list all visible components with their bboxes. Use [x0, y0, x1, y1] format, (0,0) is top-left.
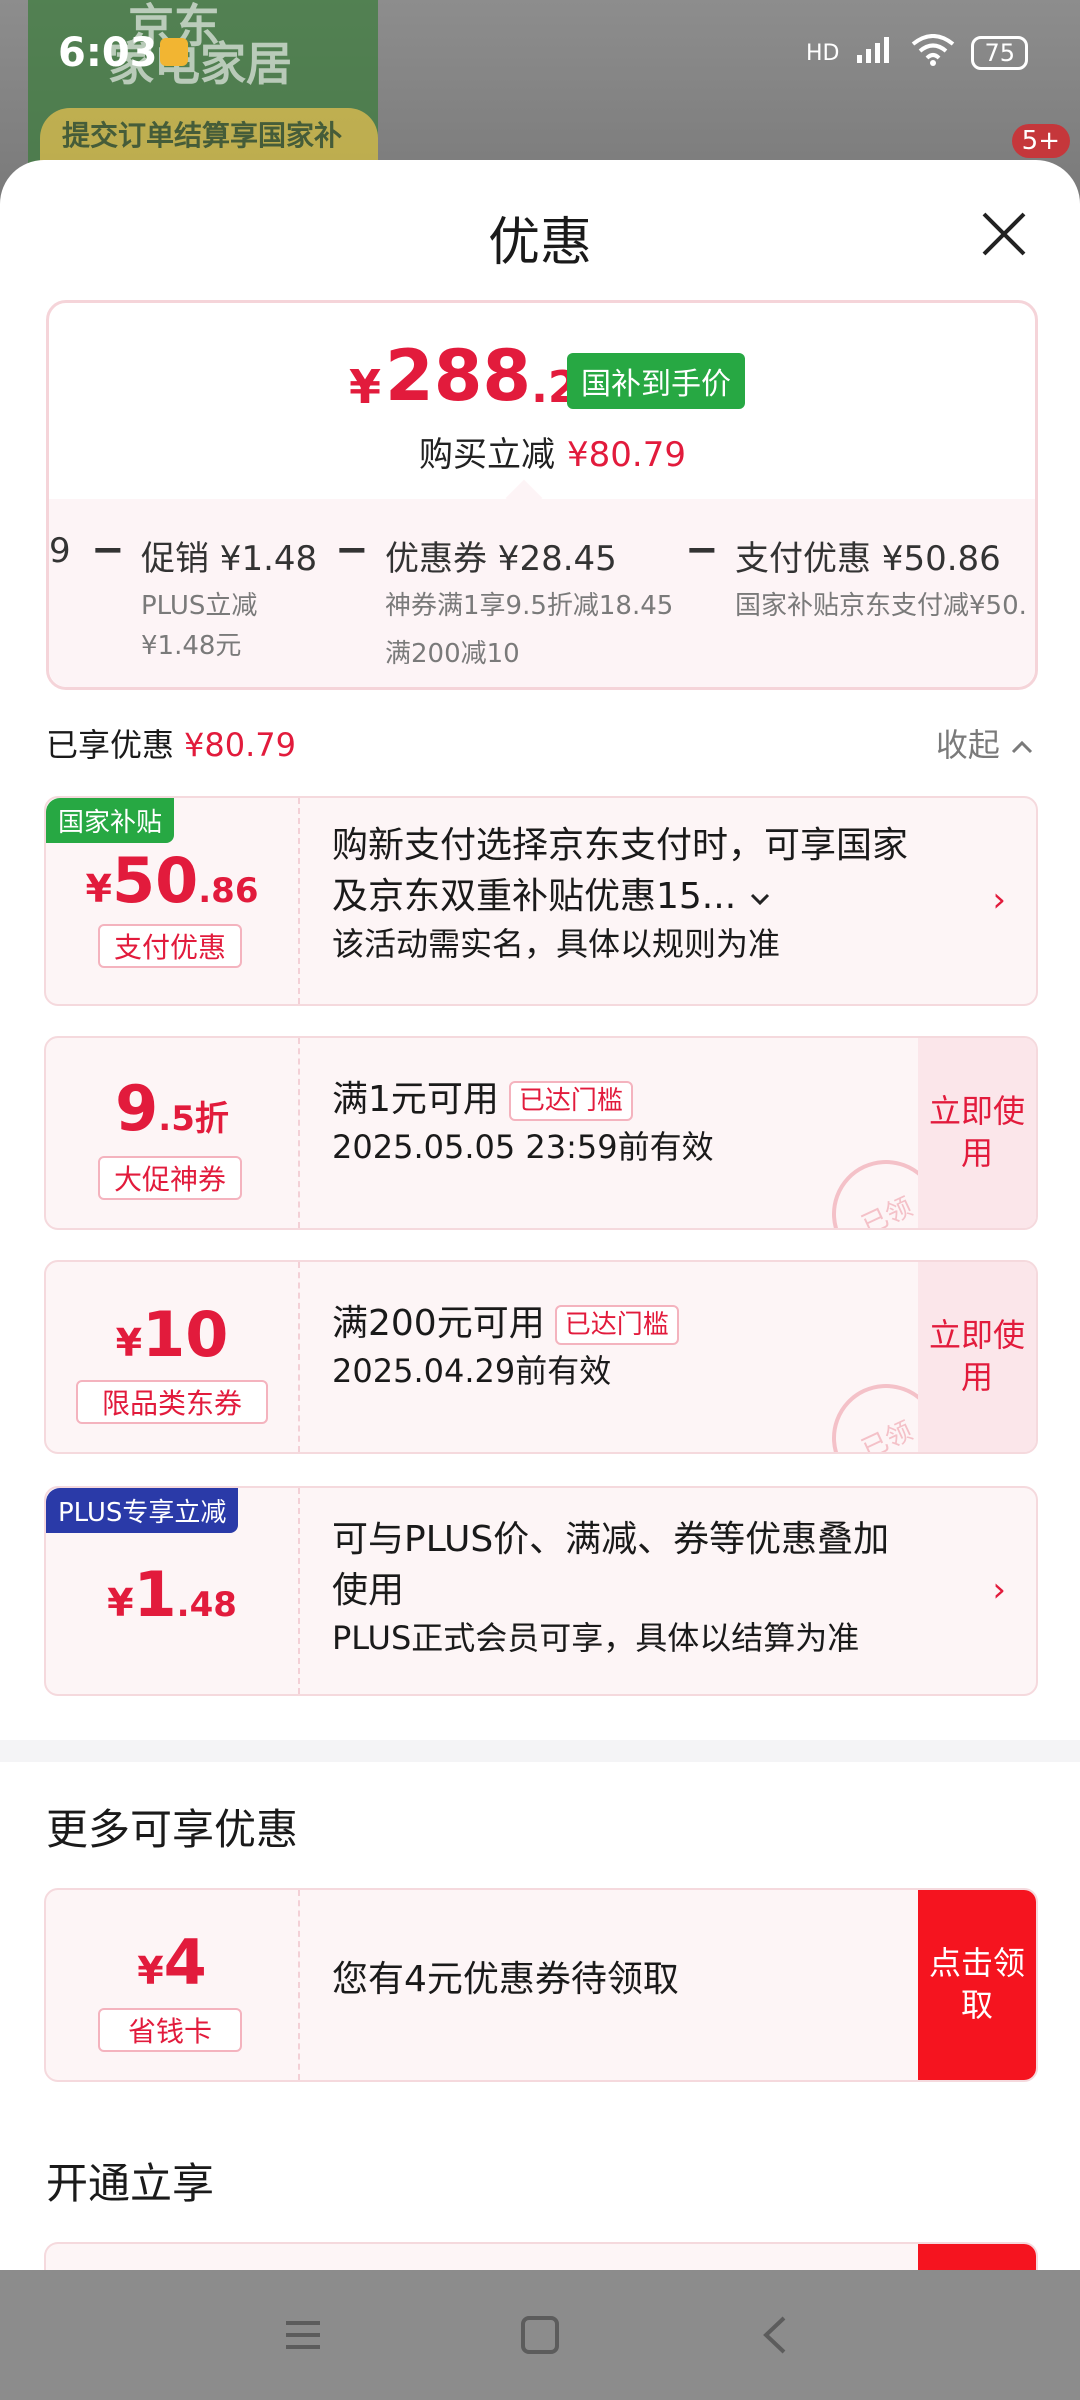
- breakdown-coupon-sub2: 满200减10: [385, 639, 520, 669]
- amount-currency: ¥: [115, 1321, 143, 1365]
- breakdown-coupon-sub1: 神券满1享9.5折减18.45: [385, 591, 674, 621]
- card-desc-line1: 购新支付选择京东支付时，可享国家: [332, 825, 909, 866]
- system-nav-bar: [0, 2270, 1080, 2400]
- instant-discount-label: 购买立减: [419, 435, 555, 475]
- open-benefits-card[interactable]: [44, 2242, 1038, 2270]
- chevron-right-icon[interactable]: ›: [992, 880, 1006, 920]
- notification-app-icon: [160, 38, 188, 66]
- breakdown-caret: [505, 479, 543, 517]
- price-currency: ¥: [349, 359, 382, 414]
- breakdown-promo-sub2: ¥1.48元: [141, 631, 242, 661]
- card-description: 可与PLUS价、满减、券等优惠叠加 使用 PLUS正式会员可享，具体以结算为准: [332, 1514, 992, 1662]
- amount-integer: 4: [163, 1926, 207, 1999]
- more-discounts-title: 更多可享优惠: [46, 1805, 299, 1854]
- card-amount: ¥4: [46, 1926, 298, 1999]
- applied-discount: 已享优惠 ¥80.79: [46, 720, 296, 766]
- price-tag: 国补到手价: [567, 353, 745, 409]
- coupon-card-discount[interactable]: 9.5折 大促神券 满1元可用 已达门槛 2025.05.05 23:59前有效 …: [44, 1036, 1038, 1230]
- notification-badge: 5+: [1011, 124, 1070, 158]
- instant-discount: 购买立减 ¥80.79: [419, 427, 686, 476]
- card-amount: ¥50.86: [46, 844, 298, 917]
- battery-indicator: 75: [971, 36, 1028, 70]
- card-type-label: 限品类东券: [76, 1380, 268, 1424]
- plus-ribbon: PLUS专享立减: [46, 1488, 239, 1533]
- hd-label: HD: [805, 40, 840, 66]
- threshold-badge: 已达门槛: [554, 1304, 679, 1346]
- minus-icon: −: [91, 527, 125, 573]
- chevron-down-icon[interactable]: [748, 876, 772, 917]
- card-description: 购新支付选择京东支付时，可享国家 及京东双重补贴优惠15... 该活动需实名，具…: [332, 820, 992, 968]
- card-desc-line2: 及京东双重补贴优惠15...: [332, 876, 737, 918]
- home-icon[interactable]: [515, 2310, 565, 2360]
- amount-currency: ¥: [137, 1949, 164, 1993]
- discount-sheet: 优惠 ¥ 288 .21 国补到手价 购买立减¥80.79 9 − 促销 ¥1.…: [0, 160, 1080, 2270]
- card-desc-line2: 使用: [332, 1570, 405, 1612]
- collapse-button[interactable]: 收起: [936, 720, 1034, 766]
- card-condition: 满1元可用: [332, 1079, 499, 1120]
- breakdown-payment-sub1: 国家补贴京东支付减¥50.: [735, 591, 1027, 621]
- amount-integer: 10: [142, 1298, 229, 1371]
- chevron-right-icon[interactable]: ›: [992, 1570, 1006, 1610]
- menu-icon[interactable]: [278, 2310, 328, 2360]
- card-desc-note: PLUS正式会员可享，具体以结算为准: [332, 1619, 860, 1658]
- status-icons: HD 75: [806, 34, 1028, 72]
- applied-value: ¥80.79: [184, 726, 296, 764]
- amount-decimal: .86: [198, 871, 259, 911]
- card-type-label: 省钱卡: [98, 2008, 242, 2052]
- breakdown-promo-title: 促销 ¥1.48: [141, 539, 318, 579]
- minus-icon: −: [685, 527, 719, 573]
- amount-currency: ¥: [107, 1581, 134, 1625]
- threshold-badge: 已达门槛: [508, 1080, 633, 1122]
- breakdown-promo-sub1: PLUS立减: [141, 591, 258, 621]
- back-icon[interactable]: [752, 2310, 802, 2360]
- subsidy-card[interactable]: 国家补贴 ¥50.86 支付优惠 购新支付选择京东支付时，可享国家 及京东双重补…: [44, 796, 1038, 1006]
- open-benefits-cta[interactable]: [918, 2244, 1036, 2270]
- wifi-icon: [911, 34, 955, 72]
- card-type-label: 支付优惠: [98, 924, 242, 968]
- card-type-label: 大促神券: [98, 1156, 242, 1200]
- instant-discount-value: ¥80.79: [567, 435, 686, 475]
- use-now-button[interactable]: 立即使用: [918, 1262, 1036, 1452]
- open-benefits-title: 开通立享: [46, 2159, 215, 2208]
- card-description: 您有4元优惠券待领取: [332, 1959, 679, 2000]
- plus-card[interactable]: PLUS专享立减 ¥1.48 可与PLUS价、满减、券等优惠叠加 使用 PLUS…: [44, 1486, 1038, 1696]
- amount-decimal: .48: [176, 1585, 237, 1625]
- amount-integer: 1: [133, 1558, 177, 1631]
- card-amount: ¥10: [46, 1298, 298, 1371]
- card-amount: 9.5折: [46, 1072, 298, 1145]
- claim-button[interactable]: 点击领取: [918, 1890, 1036, 2080]
- use-now-button[interactable]: 立即使用: [918, 1038, 1036, 1228]
- minus-icon: −: [335, 527, 369, 573]
- card-desc-note: 该活动需实名，具体以规则为准: [332, 925, 781, 964]
- breakdown-payment-title: 支付优惠 ¥50.86: [735, 539, 1001, 579]
- status-bar: 6:03 HD 75: [0, 0, 1080, 100]
- amount-decimal: .5折: [158, 1099, 229, 1139]
- card-desc-line1: 可与PLUS价、满减、券等优惠叠加: [332, 1519, 890, 1560]
- close-icon[interactable]: [974, 204, 1034, 264]
- card-condition: 满200元可用: [332, 1303, 545, 1344]
- card-description: 满1元可用 已达门槛 2025.05.05 23:59前有效: [332, 1074, 992, 1171]
- amount-integer: 50: [111, 844, 199, 917]
- price-summary: ¥ 288 .21 国补到手价 购买立减¥80.79 9 − 促销 ¥1.48 …: [46, 300, 1038, 690]
- card-description: 满200元可用 已达门槛 2025.04.29前有效: [332, 1298, 992, 1395]
- discount-breakdown[interactable]: 9 − 促销 ¥1.48 PLUS立减 ¥1.48元 − 优惠券 ¥28.45 …: [49, 479, 1035, 687]
- breakdown-partial: 9: [49, 531, 71, 571]
- card-desc-line2-wrap: 及京东双重补贴优惠15...: [332, 871, 992, 922]
- sheet-title: 优惠: [487, 213, 592, 273]
- amount-currency: ¥: [85, 867, 112, 911]
- amount-integer: 9: [115, 1072, 159, 1145]
- section-divider: [0, 1740, 1080, 1762]
- status-time: 6:03: [58, 30, 158, 76]
- breakdown-coupon-title: 优惠券 ¥28.45: [385, 539, 617, 579]
- applied-label: 已享优惠: [46, 726, 175, 764]
- savings-card[interactable]: ¥4 省钱卡 您有4元优惠券待领取 点击领取: [44, 1888, 1038, 2082]
- coupon-card-category[interactable]: ¥10 限品类东券 满200元可用 已达门槛 2025.04.29前有效 已领 立…: [44, 1260, 1038, 1454]
- chevron-up-icon: [1010, 726, 1034, 764]
- price-integer: 288: [385, 335, 532, 417]
- subsidy-ribbon: 国家补贴: [46, 798, 175, 843]
- card-amount: ¥1.48: [46, 1558, 298, 1631]
- collapse-label: 收起: [935, 726, 1000, 764]
- signal-icon: [855, 35, 895, 71]
